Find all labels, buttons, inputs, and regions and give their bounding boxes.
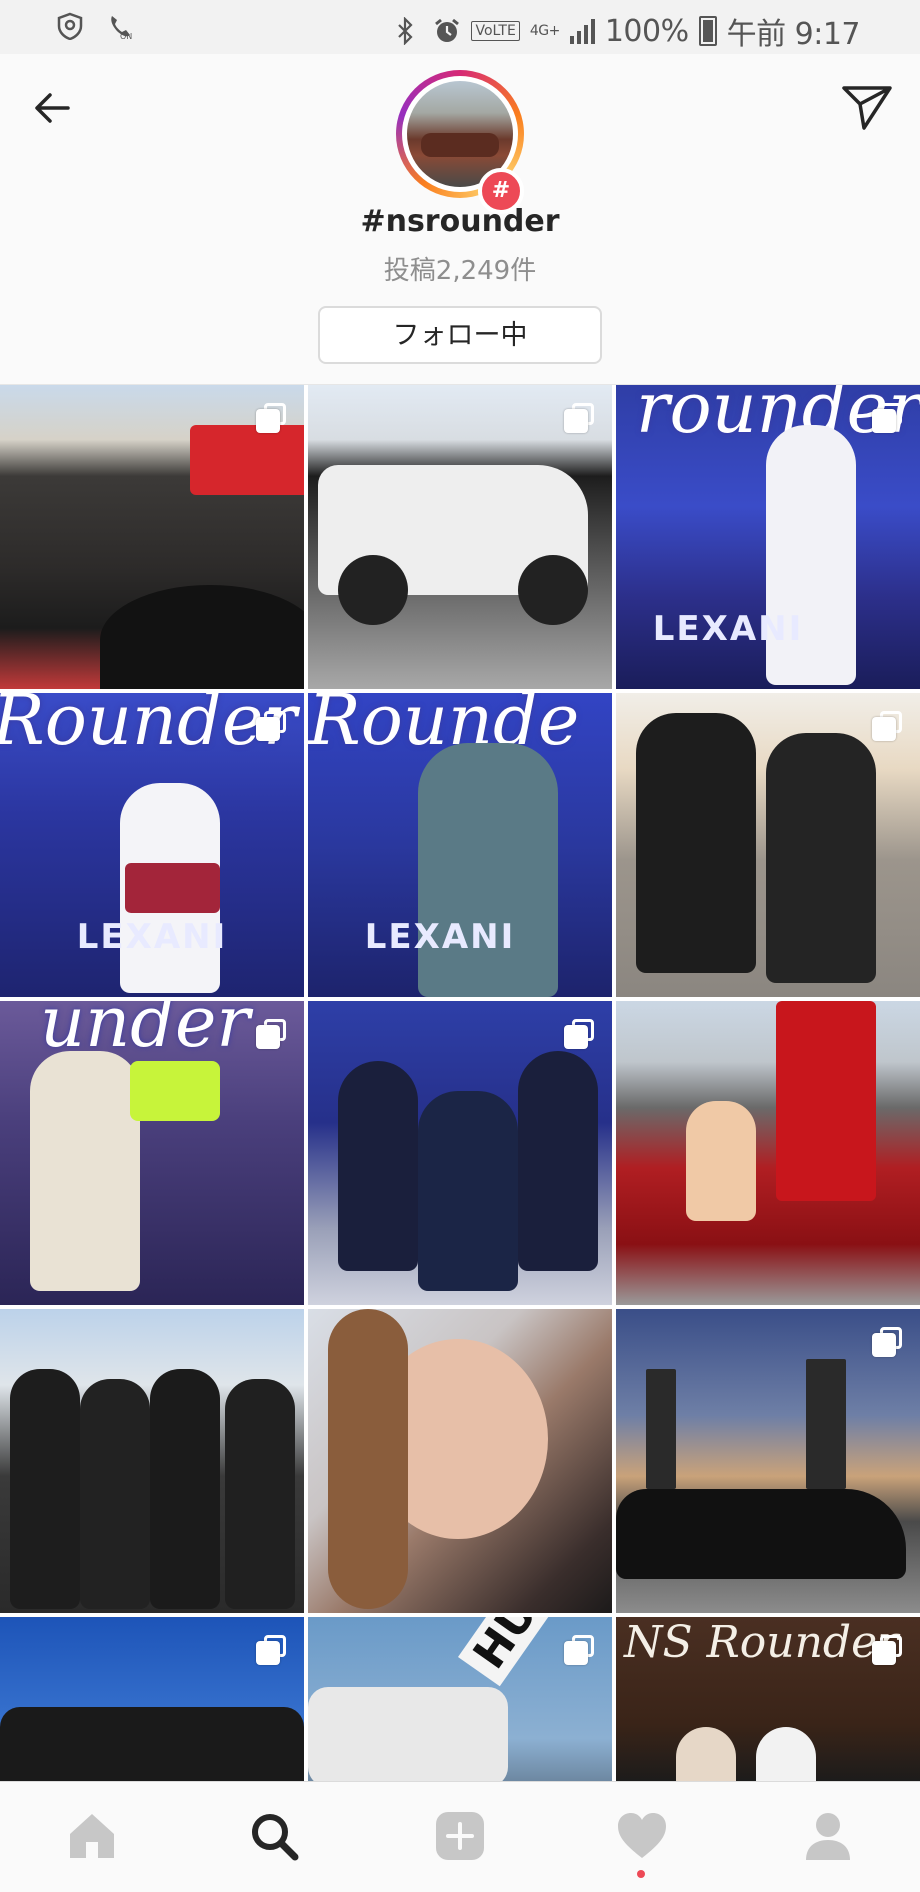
hashtag-header: # #nsrounder 投稿2,249件 フォロー中	[0, 54, 920, 385]
model-shape	[686, 1101, 756, 1221]
battery-icon	[698, 16, 717, 46]
network-type: 4G+	[529, 23, 561, 39]
signal-icon	[569, 18, 595, 44]
performer-shape	[418, 743, 558, 997]
nav-activity[interactable]	[614, 1808, 670, 1864]
hummer-shape	[308, 1687, 508, 1781]
multiple-photos-icon	[256, 1019, 286, 1049]
person-shape	[150, 1369, 220, 1609]
nav-home[interactable]	[64, 1808, 120, 1864]
post-tile[interactable]: NS Rounder	[616, 1617, 920, 1781]
car-hood-shape	[100, 585, 304, 689]
person-shape	[10, 1369, 80, 1609]
paper-plane-icon	[842, 86, 892, 130]
multiple-photos-icon	[872, 711, 902, 741]
dancer-shape	[418, 1091, 518, 1291]
post-tile[interactable]	[616, 693, 920, 997]
nav-search[interactable]	[246, 1808, 302, 1864]
bottom-navigation	[0, 1781, 920, 1892]
multiple-photos-icon	[564, 403, 594, 433]
building-shape	[646, 1369, 676, 1489]
car-door-shape	[776, 1001, 876, 1201]
post-tile[interactable]: Rounde LEXANI	[308, 693, 612, 997]
multiple-photos-icon	[256, 403, 286, 433]
multiple-photos-icon	[256, 711, 286, 741]
post-tile[interactable]: Rounder LEXANI	[0, 693, 304, 997]
hashtag-title: #nsrounder	[360, 204, 560, 239]
shield-icon	[56, 12, 84, 41]
wheel-shape	[518, 555, 588, 625]
post-tile[interactable]	[308, 385, 612, 689]
back-button[interactable]	[30, 84, 78, 132]
wifi-calling-icon: ON	[106, 12, 134, 41]
home-icon	[70, 1814, 114, 1858]
sponsor-text: LEXANI	[364, 917, 516, 957]
plaid-skirt-shape	[125, 863, 220, 913]
post-tile[interactable]	[616, 1309, 920, 1613]
person-shape	[756, 1727, 816, 1781]
volte-indicator: VoLTE	[471, 21, 520, 41]
hair-shape	[328, 1309, 408, 1609]
post-tile[interactable]: HUMMER	[308, 1617, 612, 1781]
multiple-photos-icon	[256, 1635, 286, 1665]
post-tile[interactable]: under	[0, 1001, 304, 1305]
sponsor-text: LEXANI	[76, 917, 228, 957]
profile-icon	[806, 1813, 850, 1860]
add-post-icon	[436, 1812, 484, 1860]
multiple-photos-icon	[872, 1635, 902, 1665]
status-bar-left: ON	[56, 12, 134, 41]
black-car-shape	[616, 1489, 906, 1579]
post-grid: rounder LEXANI Rounder LEXANI Rounde LEX…	[0, 385, 920, 1781]
multiple-photos-icon	[564, 1019, 594, 1049]
bluetooth-icon	[395, 16, 423, 46]
search-icon	[252, 1814, 299, 1861]
wheel-shape	[338, 555, 408, 625]
crowd-shape	[0, 1707, 304, 1781]
dancer-shape	[338, 1061, 418, 1271]
alarm-icon	[433, 17, 461, 45]
person-shape	[636, 713, 756, 973]
activity-heart-icon	[618, 1813, 666, 1858]
multiple-photos-icon	[872, 403, 902, 433]
svg-text:ON: ON	[120, 32, 132, 40]
dancer-top-shape	[130, 1061, 220, 1121]
activity-notification-dot	[637, 1870, 645, 1878]
dancer-shape	[30, 1051, 140, 1291]
post-count: 投稿2,249件	[383, 256, 537, 286]
post-tile[interactable]	[0, 385, 304, 689]
post-tile[interactable]	[308, 1309, 612, 1613]
tent-shape	[190, 425, 304, 495]
arrow-left-icon	[35, 93, 70, 123]
person-shape	[80, 1379, 150, 1609]
person-shape	[225, 1379, 295, 1609]
nav-add-post[interactable]	[432, 1808, 488, 1864]
post-tile[interactable]	[0, 1309, 304, 1613]
status-bar: ON VoLTE 4G+ 100% 午前 9:17	[0, 0, 920, 54]
clock: 午前 9:17	[726, 17, 861, 52]
share-button[interactable]	[840, 82, 894, 132]
person-shape	[676, 1727, 736, 1781]
dancer-shape	[518, 1051, 598, 1271]
sponsor-text: LEXANI	[652, 609, 804, 649]
following-button[interactable]: フォロー中	[318, 306, 602, 364]
building-shape	[806, 1359, 846, 1489]
nav-profile[interactable]	[800, 1808, 856, 1864]
multiple-photos-icon	[872, 1327, 902, 1357]
status-bar-right: VoLTE 4G+ 100% 午前 9:17	[395, 9, 861, 53]
multiple-photos-icon	[564, 1635, 594, 1665]
person-shape	[766, 733, 876, 983]
battery-percent: 100%	[604, 13, 689, 49]
post-tile[interactable]	[308, 1001, 612, 1305]
post-tile[interactable]	[616, 1001, 920, 1305]
post-tile[interactable]	[0, 1617, 304, 1781]
post-tile[interactable]: rounder LEXANI	[616, 385, 920, 689]
